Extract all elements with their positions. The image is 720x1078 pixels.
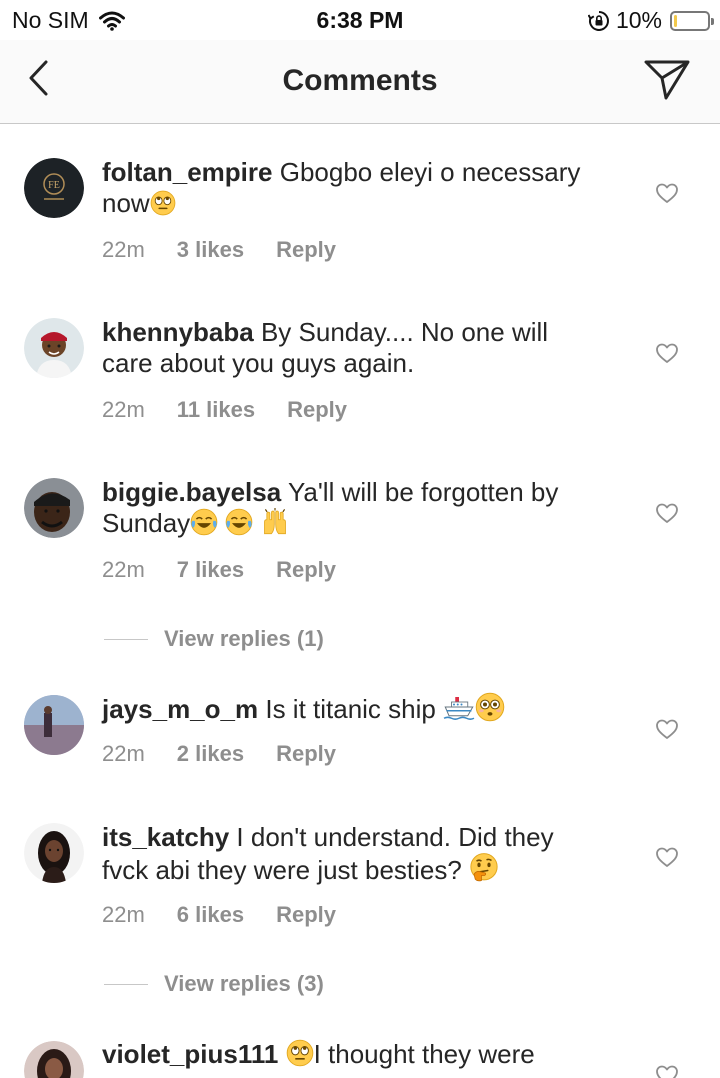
comment-body: By Sunday.... No one will (260, 317, 549, 347)
face-with-tears-of-joy-icon (190, 508, 218, 536)
comment-text: khennybaba By Sunday.... No one will car… (102, 317, 622, 379)
avatar-image (24, 1041, 84, 1078)
comment-body: Ya'll will be forgotten by (287, 477, 559, 507)
comments-list: FE foltan_empire Gbogbo eleyi o necessar… (0, 125, 720, 1078)
comment-body-line2: now (102, 188, 150, 218)
paper-plane-icon[interactable] (644, 56, 690, 102)
avatar-image: FE (24, 158, 84, 218)
view-replies-label: View replies (3) (164, 971, 324, 996)
comment-body-line2: care about you guys again. (102, 348, 415, 378)
comment-text: foltan_empire Gbogbo eleyi o necessary n… (102, 157, 622, 219)
reply-button[interactable]: Reply (276, 741, 336, 767)
comment-text: its_katchy I don't understand. Did they … (102, 822, 622, 886)
comment-text: violet_pius111 I thought they were (102, 1039, 622, 1070)
comment-meta: 22m 6 likes Reply (102, 902, 336, 928)
avatar[interactable] (24, 1041, 84, 1078)
reply-button[interactable]: Reply (287, 397, 347, 423)
comment-meta: 22m 2 likes Reply (102, 741, 336, 767)
avatar[interactable] (24, 478, 84, 538)
heart-icon[interactable] (655, 845, 679, 869)
comment-username[interactable]: violet_pius111 (102, 1039, 278, 1069)
replies-divider (104, 983, 148, 985)
orientation-lock-icon (587, 10, 609, 31)
svg-text:FE: FE (48, 180, 60, 191)
status-right: 10% (587, 7, 714, 34)
battery-icon (670, 10, 714, 31)
chevron-left-icon[interactable] (20, 58, 60, 98)
comment-likes[interactable]: 2 likes (177, 741, 244, 767)
comment-time: 22m (102, 902, 145, 927)
replies-divider (104, 638, 148, 640)
comment-body: I thought they were (313, 1039, 535, 1069)
view-replies-button[interactable]: View replies (1) (104, 626, 324, 652)
ship-icon (443, 696, 475, 720)
comment-time: 22m (102, 237, 145, 262)
battery-percent: 10% (615, 7, 662, 33)
comment-body: Gbogbo eleyi o necessary (279, 157, 581, 187)
comment-body: I don't understand. Did they (236, 822, 554, 852)
avatar-image (24, 318, 84, 378)
wifi-icon (98, 11, 125, 31)
heart-icon[interactable] (655, 1063, 679, 1078)
comment-text: jays_m_o_m Is it titanic ship (102, 692, 622, 725)
heart-icon[interactable] (655, 181, 679, 205)
heart-icon[interactable] (655, 717, 679, 741)
comment-username[interactable]: biggie.bayelsa (102, 477, 281, 507)
flushed-face-icon (475, 692, 505, 722)
comment-time: 22m (102, 397, 145, 422)
comments-header: Comments (0, 40, 720, 124)
face-with-rolling-eyes-icon (150, 190, 176, 216)
reply-button[interactable]: Reply (276, 557, 336, 583)
avatar[interactable] (24, 318, 84, 378)
avatar[interactable] (24, 823, 84, 883)
comment-body-line2: Sunday (102, 508, 191, 538)
thinking-face-icon (470, 853, 498, 882)
status-bar: No SIM 6:38 PM 10% (0, 0, 720, 40)
avatar-image (24, 695, 84, 755)
heart-icon[interactable] (655, 501, 679, 525)
avatar-image (24, 823, 84, 883)
view-replies-button[interactable]: View replies (3) (104, 971, 324, 997)
comment-likes[interactable]: 7 likes (177, 557, 244, 583)
comment-likes[interactable]: 6 likes (177, 902, 244, 928)
comment-body: Is it titanic ship (265, 694, 436, 724)
battery-fill (674, 14, 677, 27)
comment-time: 22m (102, 557, 145, 582)
comment-username[interactable]: its_katchy (102, 822, 229, 852)
heart-icon[interactable] (655, 341, 679, 365)
avatar[interactable]: FE (24, 158, 84, 218)
status-left: No SIM (12, 7, 125, 34)
comment-username[interactable]: foltan_empire (102, 157, 273, 187)
comment-meta: 22m 3 likes Reply (102, 237, 336, 263)
comment-likes[interactable]: 11 likes (177, 397, 255, 423)
avatar[interactable] (24, 695, 84, 755)
face-with-tears-of-joy-icon (225, 508, 254, 536)
comment-meta: 22m 11 likes Reply (102, 397, 347, 423)
avatar-image (24, 478, 84, 538)
comment-meta: 22m 7 likes Reply (102, 557, 336, 583)
page-title: Comments (282, 64, 438, 97)
reply-button[interactable]: Reply (276, 902, 336, 928)
comment-username[interactable]: jays_m_o_m (102, 694, 258, 724)
carrier-label: No SIM (12, 7, 89, 33)
view-replies-label: View replies (1) (164, 626, 324, 651)
comment-username[interactable]: khennybaba (102, 317, 254, 347)
comment-time: 22m (102, 741, 145, 766)
face-with-rolling-eyes-icon (285, 1039, 314, 1067)
raising-hands-icon (263, 508, 286, 535)
comment-likes[interactable]: 3 likes (177, 237, 244, 263)
reply-button[interactable]: Reply (276, 237, 336, 263)
comment-body-line2: fvck abi they were just besties? (102, 855, 462, 885)
comment-text: biggie.bayelsa Ya'll will be forgotten b… (102, 477, 622, 539)
